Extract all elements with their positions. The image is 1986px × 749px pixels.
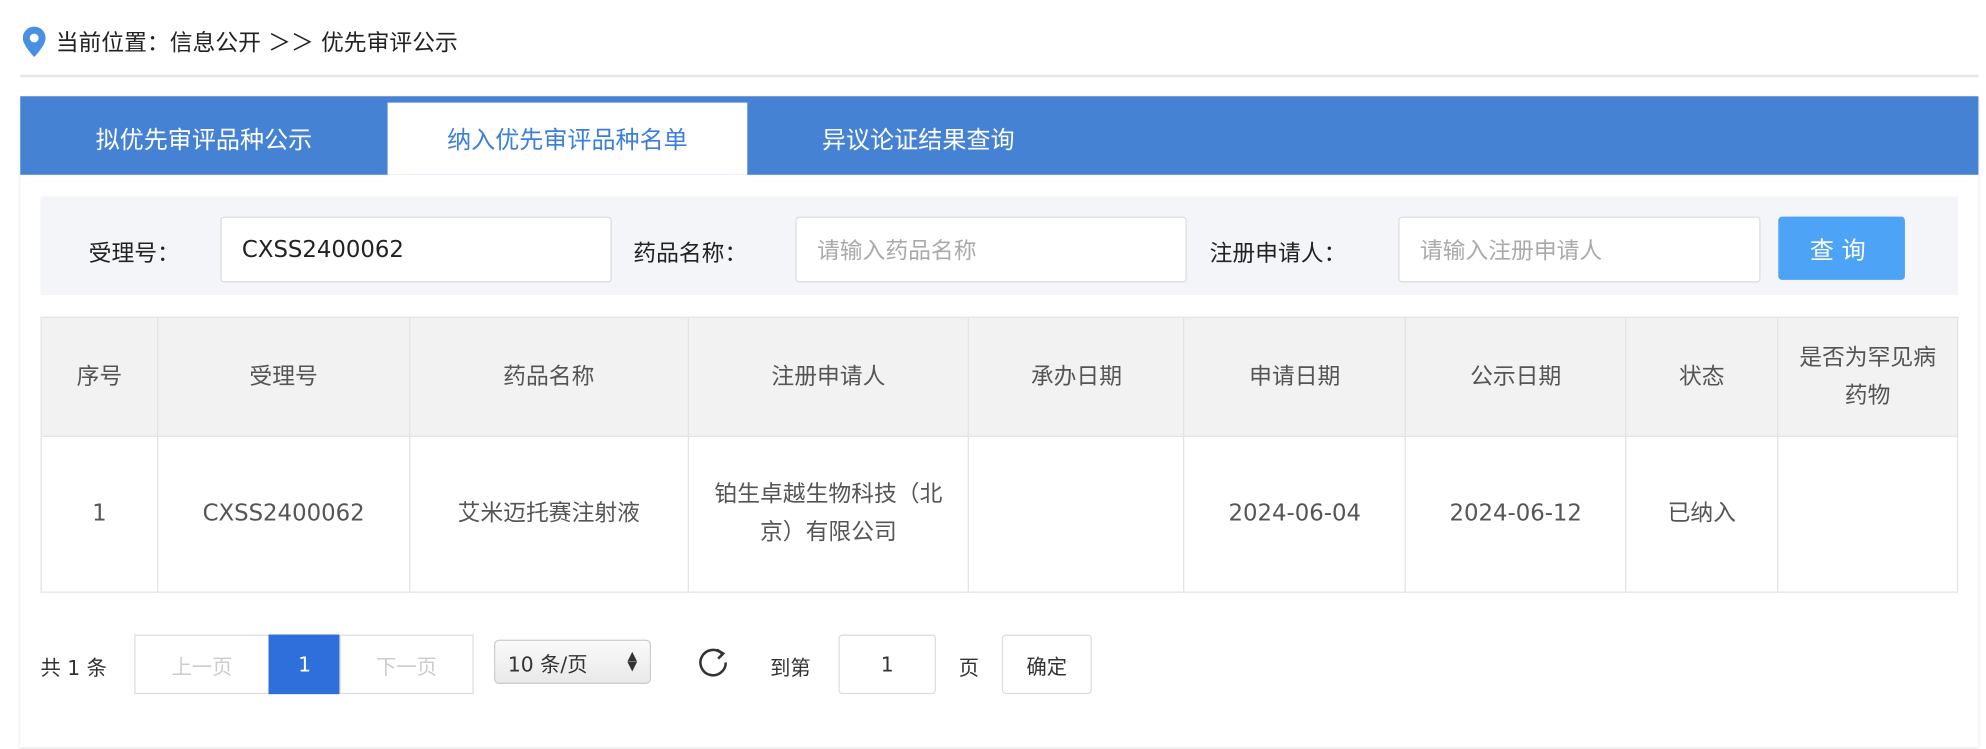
goto-label: 到第 <box>770 656 811 681</box>
accept-number-label: 受理号： <box>88 240 180 268</box>
breadcrumb-text: 当前位置：信息公开 ＞＞ 优先审评公示 <box>55 30 458 57</box>
tab-objection-results[interactable]: 异议论证结果查询 <box>747 103 1089 175</box>
col-header: 申请日期 <box>1183 316 1407 437</box>
prev-page-button[interactable]: 上一页 <box>134 634 270 695</box>
col-header: 承办日期 <box>968 316 1185 437</box>
refresh-icon[interactable] <box>697 646 730 679</box>
table-row: 1 CXSS2400062 艾米迈托赛注射液 铂生卓越生物科技（北京）有限公司 … <box>40 435 1959 593</box>
next-page-button[interactable]: 下一页 <box>339 634 474 695</box>
col-header: 注册申请人 <box>687 316 970 437</box>
page-size-value: 10 条/页 <box>507 651 588 676</box>
table-header-row: 序号 受理号 药品名称 注册申请人 承办日期 申请日期 公示日期 状态 是否为罕… <box>40 316 1959 437</box>
goto-page-input[interactable]: 1 <box>838 634 937 695</box>
query-button[interactable]: 查询 <box>1778 216 1905 280</box>
cell-application-date: 2024-06-04 <box>1183 435 1407 593</box>
location-pin-icon <box>22 26 46 57</box>
col-header: 公示日期 <box>1404 316 1627 437</box>
divider <box>20 74 1979 78</box>
confirm-button[interactable]: 确定 <box>1001 634 1092 695</box>
cell-rare-disease <box>1777 435 1959 593</box>
breadcrumb: 当前位置：信息公开 ＞＞ 优先审评公示 <box>22 25 458 58</box>
applicant-label: 注册申请人： <box>1209 240 1347 268</box>
cell-publicity-date: 2024-06-12 <box>1404 435 1627 593</box>
cell-status: 已纳入 <box>1625 435 1779 593</box>
applicant-input[interactable]: 请输入注册申请人 <box>1398 216 1761 283</box>
cell-drug-name: 艾米迈托赛注射液 <box>408 435 689 593</box>
col-header: 序号 <box>40 316 159 437</box>
cell-handling-date <box>968 435 1185 593</box>
cell-index: 1 <box>40 435 159 593</box>
page-suffix: 页 <box>958 656 980 681</box>
drug-name-label: 药品名称： <box>633 240 748 268</box>
drug-name-input[interactable]: 请输入药品名称 <box>795 216 1187 283</box>
accept-number-input[interactable]: CXSS2400062 <box>220 216 612 283</box>
col-header: 状态 <box>1625 316 1779 437</box>
col-header: 是否为罕见病药物 <box>1777 316 1959 437</box>
cell-applicant: 铂生卓越生物科技（北京）有限公司 <box>687 435 970 593</box>
tab-included-priority-review-list[interactable]: 纳入优先审评品种名单 <box>387 102 748 175</box>
page-1-button[interactable]: 1 <box>268 634 341 695</box>
col-header: 受理号 <box>156 316 411 437</box>
tab-proposed-priority-review[interactable]: 拟优先审评品种公示 <box>20 103 387 175</box>
page-size-select[interactable]: 10 条/页 ▲ ▼ <box>493 639 652 684</box>
cell-accept-number: CXSS2400062 <box>156 435 411 593</box>
total-count: 共 1 条 <box>40 656 107 681</box>
select-arrows-icon: ▲ ▼ <box>627 649 638 674</box>
tab-bar: 拟优先审评品种公示 纳入优先审评品种名单 异议论证结果查询 <box>20 96 1979 175</box>
results-table: 序号 受理号 药品名称 注册申请人 承办日期 申请日期 公示日期 状态 是否为罕… <box>40 316 1959 593</box>
col-header: 药品名称 <box>408 316 689 437</box>
